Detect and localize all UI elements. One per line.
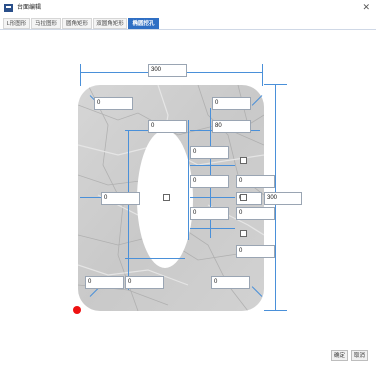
right-col-5-input[interactable]	[190, 207, 229, 220]
corner-tl-input[interactable]	[94, 97, 133, 110]
right-col-2-input[interactable]	[190, 175, 229, 188]
height-dimension-tick-top	[264, 84, 287, 85]
right-checkbox-3[interactable]	[240, 230, 247, 237]
right-guide-2	[190, 197, 235, 198]
hole-bottom-input[interactable]	[125, 276, 164, 289]
right-checkbox-2[interactable]	[240, 194, 247, 201]
height-dimension-tick-bottom	[264, 310, 287, 311]
right-guide-1	[190, 165, 235, 166]
tab-double-rounded-rect[interactable]: 双圆角矩形	[93, 18, 127, 29]
right-col-6-input[interactable]	[236, 207, 275, 220]
corner-bl-input[interactable]	[85, 276, 124, 289]
width-input[interactable]	[148, 64, 187, 77]
hole-left-guide	[128, 130, 129, 290]
corner-tr-input[interactable]	[212, 97, 251, 110]
app-icon	[4, 4, 13, 12]
width-dimension-tick-right	[262, 64, 263, 86]
tab-ellipse-hole[interactable]: 椭圆挖孔	[128, 18, 159, 29]
hole-left-input[interactable]	[101, 192, 140, 205]
corner-br-input[interactable]	[211, 276, 250, 289]
cancel-button[interactable]: 取消	[351, 350, 368, 361]
right-checkbox-1[interactable]	[240, 157, 247, 164]
height-input[interactable]	[264, 192, 302, 205]
hole-width-input[interactable]	[212, 120, 251, 133]
right-guide-3	[190, 228, 235, 229]
title-bar: 台面编辑 ✕	[0, 0, 376, 17]
close-icon[interactable]: ✕	[362, 2, 370, 12]
hole-center-checkbox[interactable]	[163, 194, 170, 201]
ok-button[interactable]: 确定	[331, 350, 348, 361]
window-title: 台面编辑	[17, 5, 42, 11]
tab-l-shape[interactable]: L形图形	[3, 18, 30, 29]
tab-divider	[0, 29, 376, 30]
width-dimension-tick-left	[80, 64, 81, 86]
right-col-3-input[interactable]	[236, 175, 275, 188]
right-col-7-input[interactable]	[236, 245, 275, 258]
tab-rounded-rect[interactable]: 圆角矩形	[62, 18, 92, 29]
right-col-1-input[interactable]	[190, 146, 229, 159]
hole-right-guide	[188, 120, 189, 240]
tab-mala-shape[interactable]: 马拉图形	[31, 18, 61, 29]
hole-top-input[interactable]	[148, 120, 187, 133]
origin-marker	[73, 306, 81, 314]
hole-bottom-guide	[125, 258, 185, 259]
